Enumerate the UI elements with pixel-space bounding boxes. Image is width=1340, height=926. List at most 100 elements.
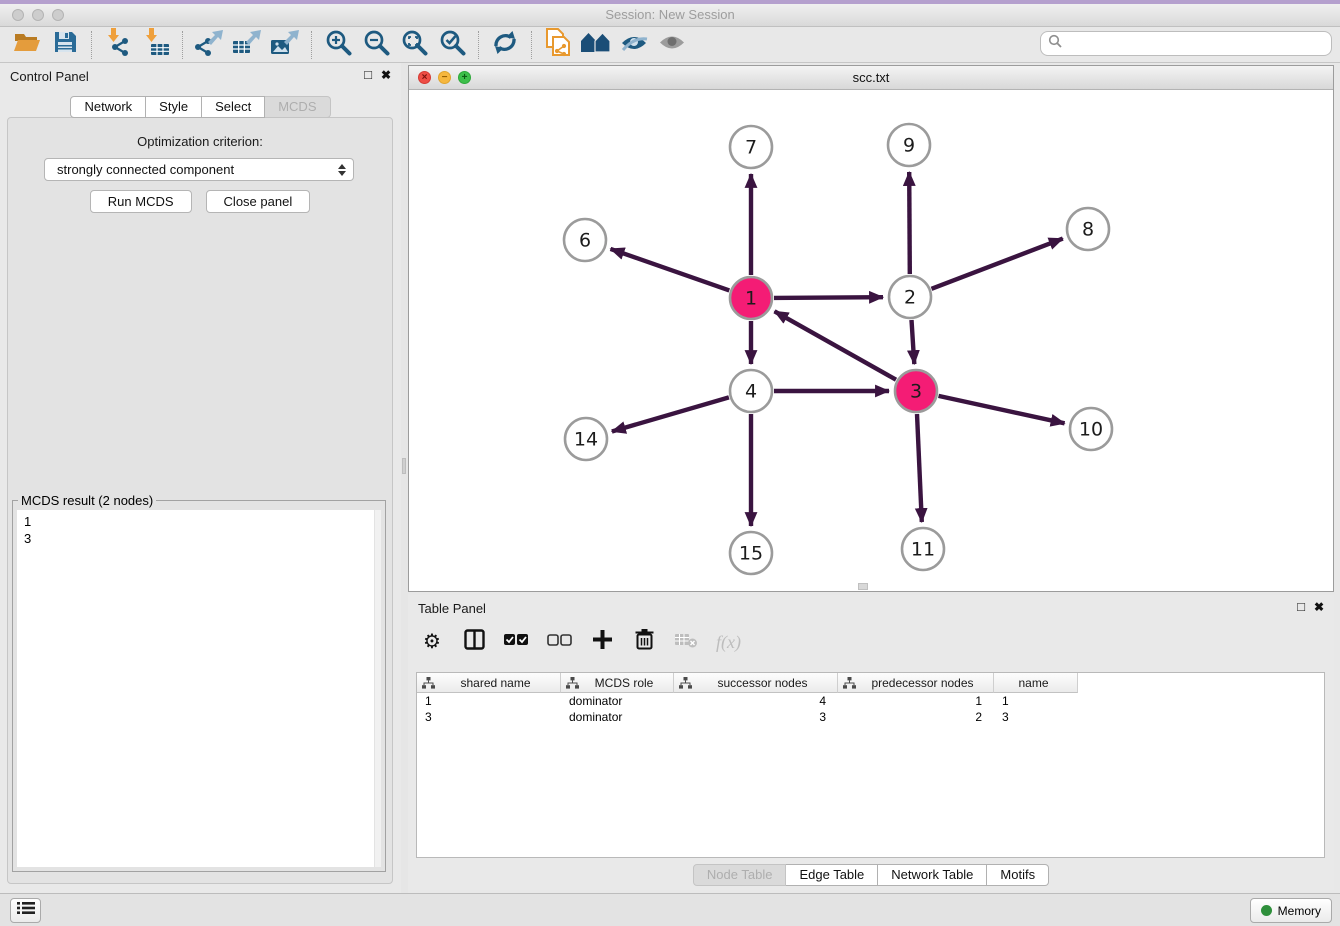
graph-edge-3-10[interactable] [939, 396, 1065, 423]
export-network-button[interactable] [190, 29, 228, 61]
column-header-predecessor-nodes[interactable]: predecessor nodes [838, 673, 994, 693]
tab-style[interactable]: Style [146, 96, 202, 118]
zoom-selected-button[interactable] [433, 29, 471, 61]
graph-edge-2-9[interactable] [909, 172, 910, 274]
graph-edge-2-8[interactable] [932, 239, 1063, 289]
add-column-button[interactable] [590, 628, 614, 656]
table-panel: Table Panel □ ✖ ⚙f(x) shared nameMCDS ro… [408, 595, 1334, 890]
float-table-panel-icon[interactable]: □ [1297, 600, 1305, 614]
cell-shared-name[interactable]: 1 [417, 694, 561, 708]
zoom-selected-icon [439, 29, 466, 61]
new-network-from-selection-button[interactable] [539, 29, 577, 61]
tab-node-table[interactable]: Node Table [693, 864, 787, 886]
graph-node-1[interactable]: 1 [730, 277, 772, 319]
graph-edge-3-11[interactable] [917, 414, 922, 522]
column-layout-button[interactable] [462, 628, 486, 656]
network-maximize-button[interactable]: + [458, 71, 471, 84]
graph-node-3[interactable]: 3 [895, 370, 937, 412]
tab-network[interactable]: Network [70, 96, 146, 118]
hide-selected-button[interactable] [615, 29, 653, 61]
graph-node-8[interactable]: 8 [1067, 208, 1109, 250]
panel-divider[interactable] [401, 63, 408, 893]
close-panel-icon[interactable]: ✖ [381, 68, 391, 82]
cell-name[interactable]: 1 [994, 694, 1078, 708]
column-header-shared-name[interactable]: shared name [417, 673, 561, 693]
memory-button[interactable]: Memory [1250, 898, 1332, 923]
hierarchy-icon [422, 677, 435, 689]
toolbar-separator [478, 31, 479, 59]
graph-node-14[interactable]: 14 [565, 418, 607, 460]
column-header-mcds-role[interactable]: MCDS role [561, 673, 674, 693]
task-history-button[interactable] [10, 898, 41, 923]
deselect-all-checkboxes-button[interactable] [547, 628, 572, 656]
cell-predecessor-nodes[interactable]: 1 [838, 694, 994, 708]
search-field[interactable] [1040, 31, 1332, 56]
graph-node-9[interactable]: 9 [888, 124, 930, 166]
graph-node-6[interactable]: 6 [564, 219, 606, 261]
divider-grip-icon [402, 458, 406, 474]
run-mcds-button[interactable]: Run MCDS [90, 190, 192, 213]
cell-mcds-role[interactable]: dominator [561, 710, 674, 724]
minimize-window-button[interactable] [32, 9, 44, 21]
split-grip[interactable] [858, 583, 868, 590]
tab-select[interactable]: Select [202, 96, 265, 118]
column-header-name[interactable]: name [994, 673, 1078, 693]
zoom-fit-button[interactable] [395, 29, 433, 61]
network-close-button[interactable]: × [418, 71, 431, 84]
zoom-in-button[interactable] [319, 29, 357, 61]
cell-predecessor-nodes[interactable]: 2 [838, 710, 994, 724]
network-graph[interactable]: 7 9 6 8 1 2 4 3 14 10 15 11 [409, 90, 1333, 591]
save-session-button[interactable] [46, 29, 84, 61]
zoom-out-icon [363, 29, 390, 61]
network-canvas[interactable]: 7 9 6 8 1 2 4 3 14 10 15 11 [409, 90, 1333, 591]
graph-edge-3-1[interactable] [775, 311, 897, 379]
cell-shared-name[interactable]: 3 [417, 710, 561, 724]
tab-network-table[interactable]: Network Table [878, 864, 987, 886]
table-panel-title: Table Panel [418, 601, 486, 616]
export-table-button[interactable] [228, 29, 266, 61]
graph-node-10[interactable]: 10 [1070, 408, 1112, 450]
refresh-view-button[interactable] [486, 29, 524, 61]
close-table-panel-icon[interactable]: ✖ [1314, 600, 1324, 614]
table-row[interactable]: 1dominator411 [417, 693, 1324, 709]
show-all-button[interactable] [653, 29, 691, 61]
first-neighbors-button[interactable] [577, 29, 615, 61]
zoom-out-button[interactable] [357, 29, 395, 61]
maximize-window-button[interactable] [52, 9, 64, 21]
graph-edge-1-2[interactable] [774, 297, 883, 298]
float-panel-icon[interactable]: □ [364, 68, 372, 82]
settings-gear-button[interactable]: ⚙ [420, 628, 444, 656]
table-row[interactable]: 3dominator323 [417, 709, 1324, 725]
cell-successor-nodes[interactable]: 3 [674, 710, 838, 724]
cell-mcds-role[interactable]: dominator [561, 694, 674, 708]
column-header-successor-nodes[interactable]: successor nodes [674, 673, 838, 693]
search-input[interactable] [1062, 36, 1331, 51]
graph-node-7[interactable]: 7 [730, 126, 772, 168]
import-table-button[interactable] [137, 29, 175, 61]
graph-node-4[interactable]: 4 [730, 370, 772, 412]
mcds-result-area[interactable]: 1 3 [17, 510, 381, 867]
hide-selected-icon [620, 32, 648, 58]
graph-edge-2-3[interactable] [912, 320, 915, 364]
graph-node-15[interactable]: 15 [730, 532, 772, 574]
result-scrollbar[interactable] [374, 510, 381, 867]
graph-edge-4-14[interactable] [612, 397, 729, 431]
graph-edge-1-6[interactable] [611, 249, 730, 291]
graph-node-2[interactable]: 2 [889, 276, 931, 318]
tab-edge-table[interactable]: Edge Table [786, 864, 878, 886]
column-label: predecessor nodes [856, 676, 993, 690]
tab-mcds[interactable]: MCDS [265, 96, 330, 118]
select-all-checkboxes-button[interactable] [504, 628, 529, 656]
criterion-dropdown[interactable]: strongly connected component [44, 158, 354, 181]
graph-node-11[interactable]: 11 [902, 528, 944, 570]
import-network-button[interactable] [99, 29, 137, 61]
cell-successor-nodes[interactable]: 4 [674, 694, 838, 708]
tab-motifs[interactable]: Motifs [987, 864, 1049, 886]
open-session-button[interactable] [8, 29, 46, 61]
close-panel-button[interactable]: Close panel [206, 190, 311, 213]
cell-name[interactable]: 3 [994, 710, 1078, 724]
export-image-button[interactable] [266, 29, 304, 61]
network-minimize-button[interactable]: − [438, 71, 451, 84]
delete-columns-button[interactable] [632, 628, 656, 656]
close-window-button[interactable] [12, 9, 24, 21]
